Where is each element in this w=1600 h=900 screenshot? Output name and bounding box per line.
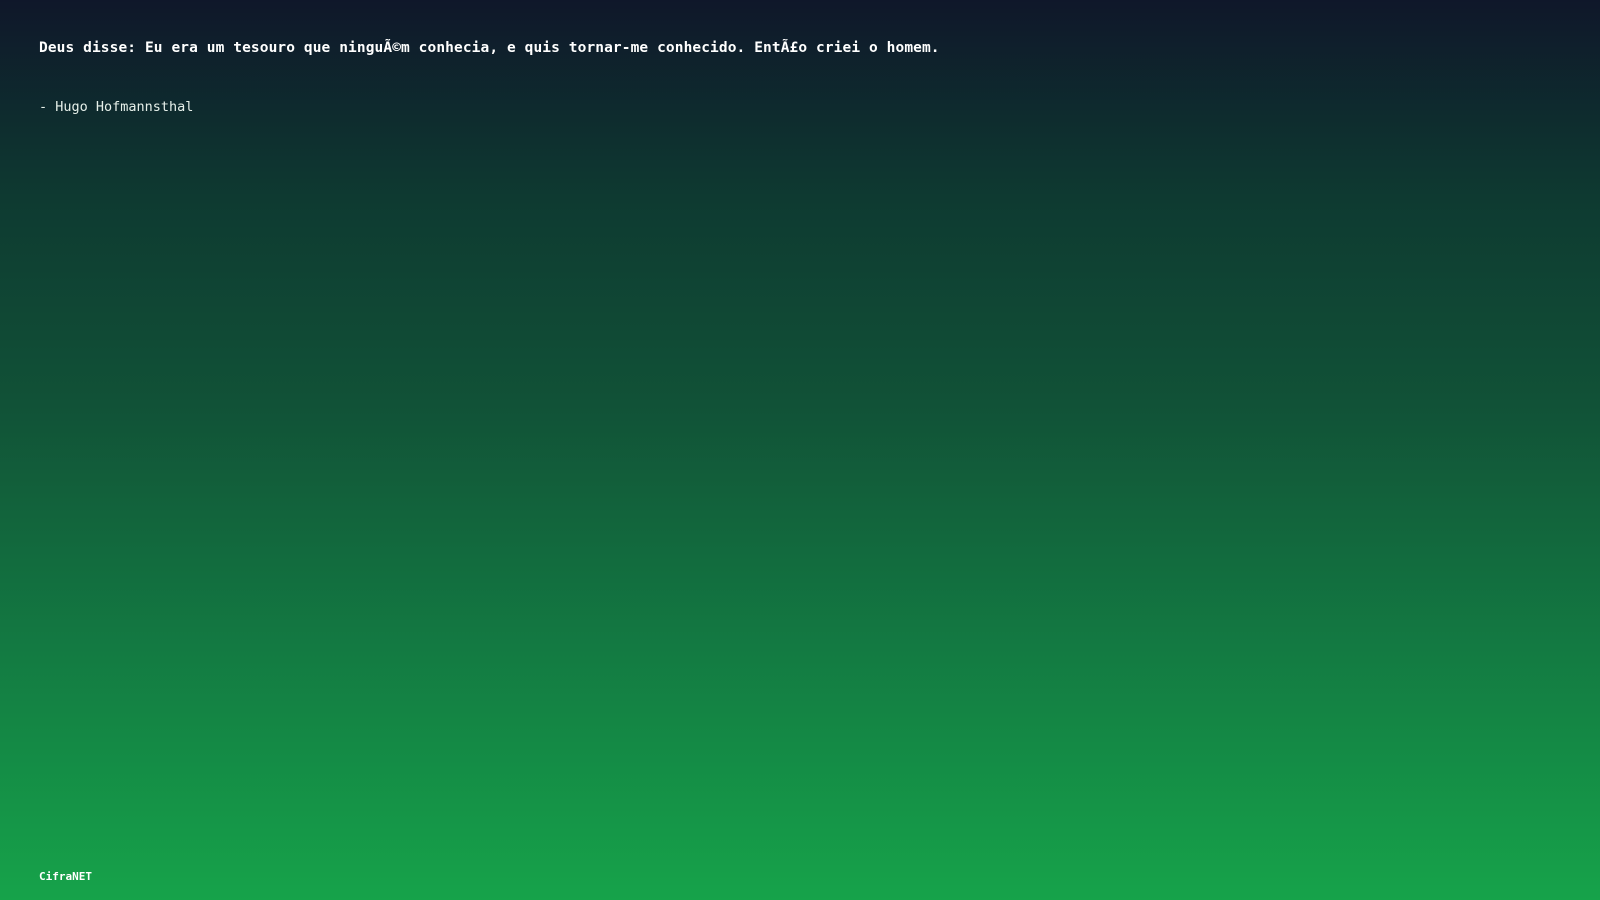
- quote-text: Deus disse: Eu era um tesouro que ninguÃ…: [39, 40, 940, 56]
- brand-logo-text: CifraNET: [39, 870, 92, 883]
- quote-author: - Hugo Hofmannsthal: [39, 99, 194, 115]
